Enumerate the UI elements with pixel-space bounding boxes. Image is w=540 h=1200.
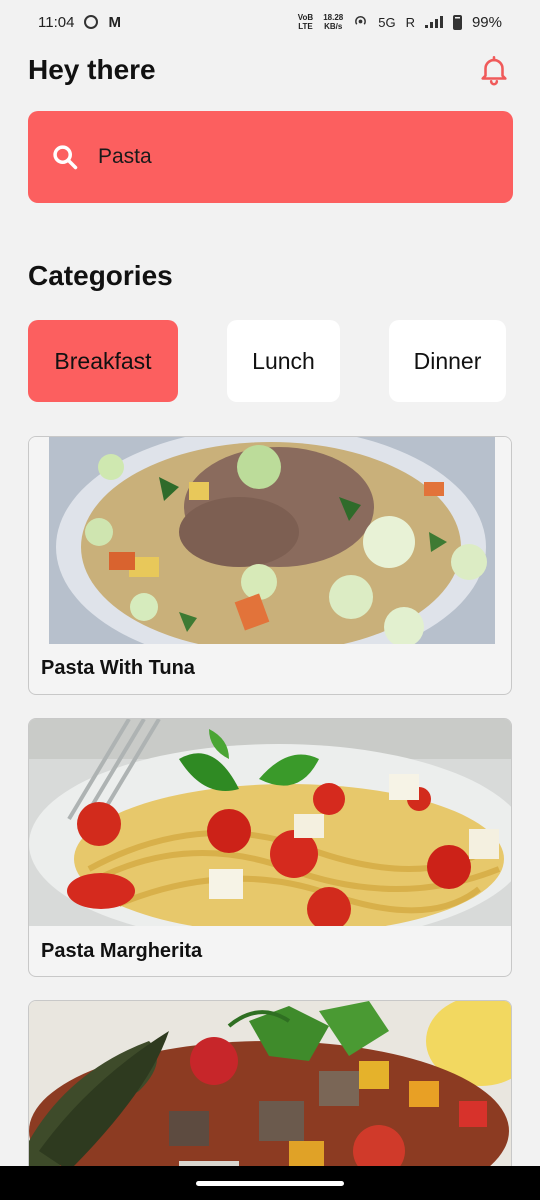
home-indicator[interactable] xyxy=(196,1181,344,1186)
battery-level: 99% xyxy=(471,13,502,31)
status-right: VoB LTE 18.28 KB/s 5G R 99% xyxy=(298,13,502,32)
category-dinner[interactable]: Dinner xyxy=(389,320,506,402)
search-bar[interactable] xyxy=(28,111,513,203)
status-time: 11:04 xyxy=(38,13,75,31)
network-speed: 18.28 KB/s xyxy=(323,13,344,31)
battery-icon xyxy=(452,14,462,30)
search-icon xyxy=(50,142,80,172)
search-input[interactable] xyxy=(96,144,480,170)
category-lunch[interactable]: Lunch xyxy=(227,320,340,402)
greeting-title: Hey there xyxy=(28,54,156,85)
status-bar: 11:04 M VoB LTE 18.28 KB/s 5G R 99% xyxy=(0,0,540,44)
recipe-title: Pasta Margherita xyxy=(41,940,203,962)
recipe-title: Pasta With Tuna xyxy=(41,657,195,679)
recipe-image xyxy=(29,1001,511,1179)
bell-icon[interactable] xyxy=(476,52,512,88)
recipe-card[interactable] xyxy=(28,1000,512,1180)
roaming-indicator: R xyxy=(405,14,415,30)
category-breakfast[interactable]: Breakfast xyxy=(28,320,178,402)
signal-icon xyxy=(424,16,443,28)
recipe-image xyxy=(29,719,511,926)
header: Hey there xyxy=(28,50,512,90)
categories-title: Categories xyxy=(28,260,173,291)
recipe-card[interactable]: Pasta With Tuna xyxy=(28,436,512,695)
status-left: 11:04 M xyxy=(38,14,121,31)
system-nav-bar xyxy=(0,1166,540,1200)
gmail-icon: M xyxy=(108,13,121,31)
hotspot-icon xyxy=(353,13,368,32)
network-type: 5G xyxy=(378,14,396,30)
recipe-image xyxy=(29,437,511,644)
recipe-card[interactable]: Pasta Margherita xyxy=(28,718,512,977)
notification-icon xyxy=(84,15,99,29)
volte-indicator: VoB LTE xyxy=(297,13,314,31)
